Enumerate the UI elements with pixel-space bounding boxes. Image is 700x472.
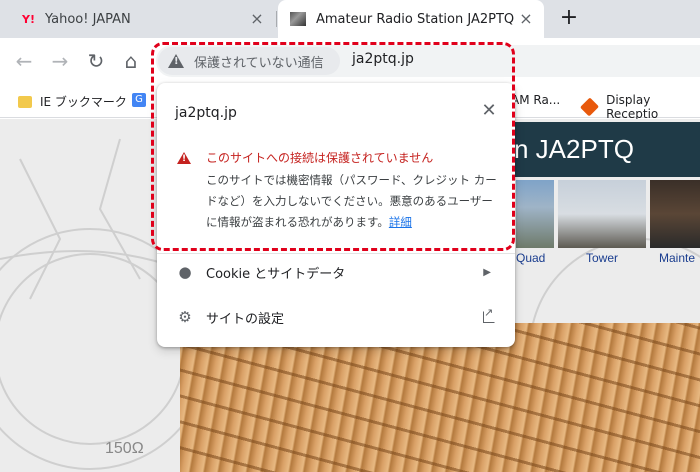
tab-ja2ptq[interactable]: Amateur Radio Station JA2PTQ × <box>278 0 544 38</box>
tab-title: Yahoo! JAPAN <box>44 11 131 27</box>
google-icon: G <box>132 93 146 107</box>
warning-icon <box>168 54 184 68</box>
folder-icon <box>18 95 32 108</box>
warning-heading: このサイトへの接続は保護されていません <box>206 151 434 165</box>
close-icon[interactable]: ✕ <box>479 101 499 121</box>
close-icon[interactable]: × <box>518 11 534 27</box>
reload-button[interactable]: ↻ <box>84 49 108 73</box>
diamond-icon <box>579 97 600 117</box>
back-button[interactable]: ← <box>12 49 36 73</box>
bookmark-ie-folder[interactable]: IE ブックマーク <box>18 93 127 110</box>
home-button[interactable]: ⌂ <box>119 49 143 73</box>
site-settings-row[interactable]: ⚙ サイトの設定 <box>157 297 515 337</box>
yahoo-favicon-icon: Y! <box>22 12 35 26</box>
watermark-ohm-text: 150Ω <box>105 440 144 457</box>
cookie-icon: ● <box>178 263 192 281</box>
thumbnail-label[interactable]: Mainte <box>659 251 695 265</box>
site-header-title: n JA2PTQ <box>506 122 700 177</box>
site-settings-label: サイトの設定 <box>206 311 285 327</box>
toolbar: ← → ↻ ⌂ <box>0 38 700 84</box>
thumbnail-label[interactable]: Quad <box>516 251 545 265</box>
warning-body: このサイトでは機密情報（パスワード、クレジット カードなど）を入力しないでくださ… <box>206 170 501 233</box>
external-link-icon <box>483 306 495 323</box>
thumbnail-maintenance[interactable] <box>650 180 700 248</box>
thumbnail-strip <box>516 180 700 248</box>
details-link[interactable]: 詳細 <box>389 215 412 229</box>
bookmark-label: AM Ra... <box>511 93 561 107</box>
forward-button[interactable]: → <box>48 49 72 73</box>
chevron-right-icon: ▶ <box>483 266 491 278</box>
tab-title: Amateur Radio Station JA2PTQ <box>316 11 515 27</box>
thumbnail-label[interactable]: Tower <box>586 251 618 265</box>
cookie-label: Cookie とサイトデータ <box>206 266 346 282</box>
bookmark-am-radio[interactable]: AM Ra... <box>511 93 560 107</box>
new-tab-button[interactable]: + <box>557 7 581 31</box>
site-info-popup: ja2ptq.jp ✕ このサイトへの接続は保護されていません このサイトでは機… <box>157 83 515 347</box>
thumbnail-quad[interactable] <box>516 180 554 248</box>
security-chip[interactable]: 保護されていない通信 <box>158 47 340 75</box>
warning-body-text: このサイトでは機密情報（パスワード、クレジット カードなど）を入力しないでくださ… <box>206 173 497 229</box>
bookmark-label: IE ブックマーク <box>40 95 127 109</box>
thumbnail-tower[interactable] <box>558 180 646 248</box>
cookie-settings-row[interactable]: ● Cookie とサイトデータ ▶ <box>157 252 515 292</box>
tab-yahoo[interactable]: Y! Yahoo! JAPAN × <box>0 0 275 38</box>
site-favicon-icon <box>290 12 306 26</box>
bookmark-display-reception[interactable]: Display Receptio <box>579 93 700 121</box>
tab-separator <box>276 11 277 27</box>
popup-site-name: ja2ptq.jp <box>175 105 237 121</box>
tab-strip: Y! Yahoo! JAPAN × Amateur Radio Station … <box>0 0 700 38</box>
url-text[interactable]: ja2ptq.jp <box>352 51 414 67</box>
gear-icon: ⚙ <box>178 308 192 326</box>
bookmark-google[interactable]: G <box>132 93 152 107</box>
bookmark-label: Display Receptio <box>606 93 659 121</box>
close-icon[interactable]: × <box>249 11 265 27</box>
warning-icon <box>177 152 191 164</box>
security-chip-label: 保護されていない通信 <box>194 55 324 71</box>
